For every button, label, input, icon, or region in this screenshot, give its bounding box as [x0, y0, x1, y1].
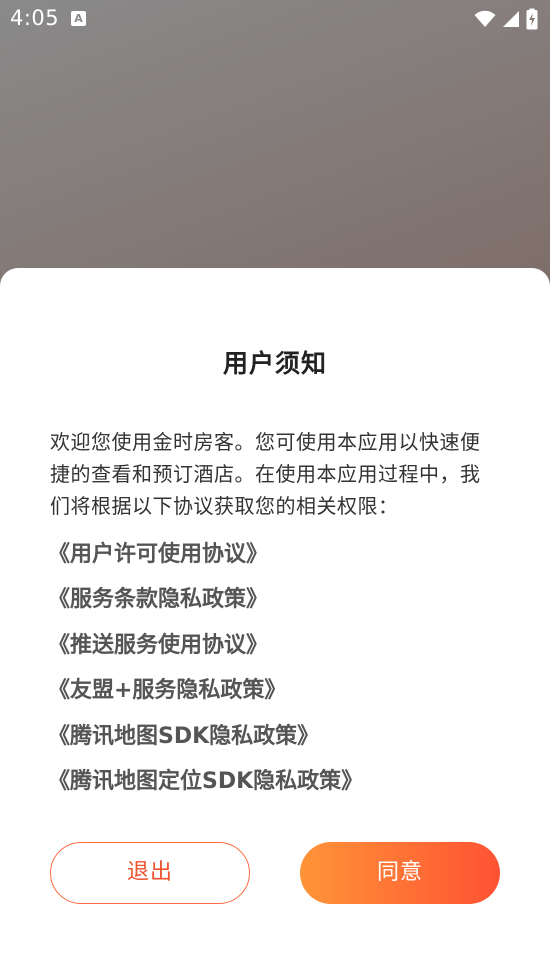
agreement-link-user-license[interactable]: 《用户许可使用协议》 — [48, 532, 518, 577]
dialog-title: 用户须知 — [222, 349, 327, 378]
user-notice-dialog: 用户须知 欢迎您使用金时房客。您可使用本应用以快速便捷的查看和预订酒店。在使用本… — [0, 268, 550, 979]
agreement-link-tencent-map-sdk[interactable]: 《腾讯地图SDK隐私政策》 — [48, 714, 518, 759]
agreement-list: 《用户许可使用协议》 《服务条款隐私政策》 《推送服务使用协议》 《友盟+服务隐… — [48, 532, 518, 804]
app-notification-icon: A — [71, 11, 86, 26]
status-bar: 4:05 A — [0, 0, 550, 38]
agree-button[interactable]: 同意 — [300, 842, 500, 904]
exit-button[interactable]: 退出 — [50, 842, 250, 904]
agreement-link-service-privacy[interactable]: 《服务条款隐私政策》 — [48, 577, 518, 622]
status-time: 4:05 — [10, 6, 60, 30]
cell-signal-icon — [502, 10, 520, 28]
agreement-link-umeng-privacy[interactable]: 《友盟+服务隐私政策》 — [48, 668, 518, 713]
agreement-link-push-service[interactable]: 《推送服务使用协议》 — [48, 623, 518, 668]
wifi-icon — [474, 10, 496, 28]
battery-charging-icon — [526, 8, 538, 30]
agreement-link-tencent-location-sdk[interactable]: 《腾讯地图定位SDK隐私政策》 — [48, 759, 518, 804]
dialog-intro-text: 欢迎您使用金时房客。您可使用本应用以快速便捷的查看和预订酒店。在使用本应用过程中… — [50, 430, 481, 518]
status-icons — [474, 8, 538, 30]
